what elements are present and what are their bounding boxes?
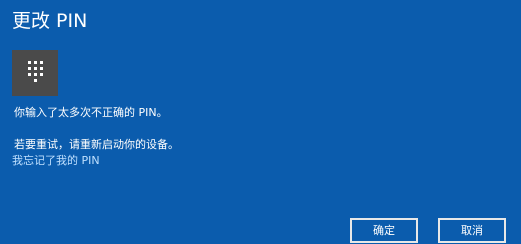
dialog-title: 更改 PIN: [12, 10, 88, 32]
keypad-icon: [12, 50, 58, 96]
error-message: 你输入了太多次不正确的 PIN。: [14, 106, 168, 119]
forgot-pin-link[interactable]: 我忘记了我的 PIN: [12, 154, 100, 168]
ok-button[interactable]: 确定: [350, 218, 418, 243]
retry-instruction: 若要重试，请重新启动你的设备。: [14, 138, 179, 151]
cancel-button[interactable]: 取消: [438, 218, 506, 243]
